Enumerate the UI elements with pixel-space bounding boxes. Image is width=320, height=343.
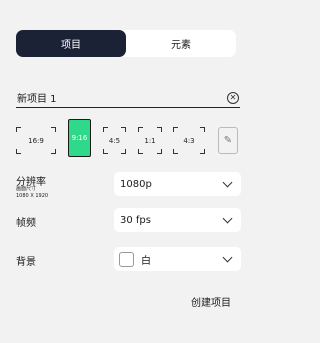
tab-elements[interactable]: 元素 (126, 30, 236, 57)
ratio-label: 4:3 (183, 136, 195, 145)
ratio-4-3[interactable]: 4:3 (173, 127, 205, 154)
close-circle-icon[interactable]: ✕ (227, 91, 239, 104)
resolution-select[interactable]: 1080p (114, 172, 241, 196)
edit-ratio-button[interactable]: ✎ (218, 127, 238, 154)
resolution-value: 1080p (120, 178, 152, 190)
ratio-16-9[interactable]: 16:9 (16, 127, 56, 154)
background-select[interactable]: 白 (114, 247, 241, 271)
frame-rate-value: 30 fps (120, 214, 151, 226)
pencil-icon: ✎ (223, 135, 233, 146)
color-swatch (119, 251, 134, 267)
ratio-label: 1:1 (144, 136, 156, 145)
frame-rate-label: 帧频 (16, 218, 36, 229)
mode-tabs: 项目 元素 (16, 30, 236, 57)
tab-project[interactable]: 项目 (16, 30, 126, 57)
ratio-1-1[interactable]: 1:1 (138, 127, 162, 154)
chevron-down-icon (222, 252, 233, 262)
project-name-input[interactable]: 新项目 1 (16, 90, 227, 105)
resolution-dimensions: 1080 X 1920 (16, 193, 49, 199)
ratio-label: 9:16 (71, 134, 88, 142)
create-project-button[interactable]: 创建项目 (191, 294, 231, 309)
project-name-field[interactable]: 新项目 1 ✕ (16, 88, 240, 108)
ratio-label: 16:9 (28, 136, 44, 145)
background-label: 背景 (16, 257, 36, 268)
ratio-label: 4:5 (108, 136, 121, 145)
ratio-4-5[interactable]: 4:5 (103, 127, 126, 154)
background-value: 白 (141, 255, 151, 267)
ratio-9-16[interactable]: 9:16 (68, 119, 91, 157)
frame-rate-select[interactable]: 30 fps (114, 208, 241, 232)
resolution-sublabel: 画面尺寸 (16, 186, 37, 192)
chevron-down-icon (222, 177, 233, 187)
chevron-down-icon (222, 213, 233, 223)
